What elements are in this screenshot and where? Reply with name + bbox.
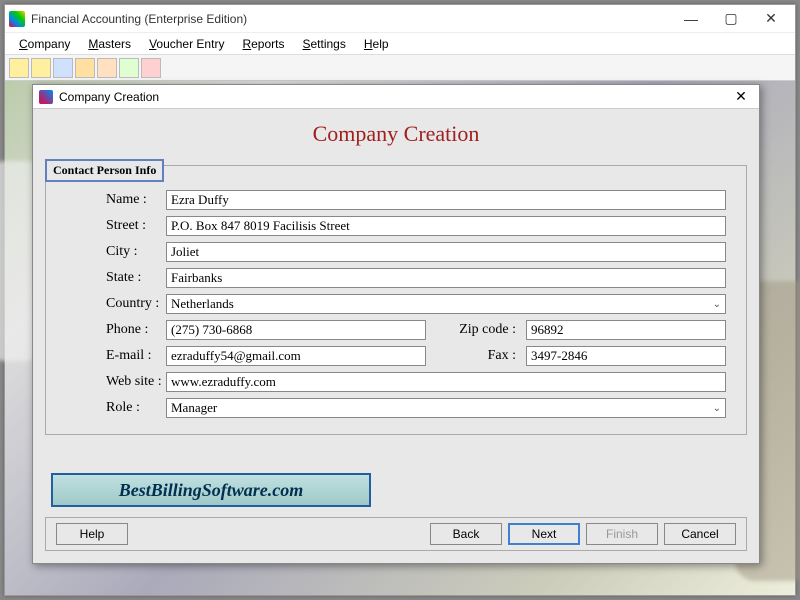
toolbar-btn-2[interactable] — [31, 58, 51, 78]
label-zip: Zip code : — [426, 322, 526, 338]
toolbar-btn-7[interactable] — [141, 58, 161, 78]
label-role: Role : — [66, 400, 166, 416]
label-street: Street : — [66, 218, 166, 234]
menu-settings[interactable]: Settings — [294, 35, 353, 53]
form-panel: Name : Street : City : State : Country :… — [45, 165, 747, 435]
label-phone: Phone : — [66, 322, 166, 338]
app-icon — [9, 11, 25, 27]
dialog-title: Company Creation — [59, 90, 729, 104]
window-controls: — ▢ ✕ — [671, 7, 791, 31]
label-name: Name : — [66, 192, 166, 208]
input-phone[interactable] — [166, 320, 426, 340]
toolbar-btn-5[interactable] — [97, 58, 117, 78]
section-label: Contact Person Info — [45, 159, 164, 182]
finish-button[interactable]: Finish — [586, 523, 658, 545]
input-city[interactable] — [166, 242, 726, 262]
input-state[interactable] — [166, 268, 726, 288]
menubar: Company Masters Voucher Entry Reports Se… — [5, 33, 795, 55]
select-role-value: Manager — [171, 400, 217, 416]
label-city: City : — [66, 244, 166, 260]
toolbar-btn-3[interactable] — [53, 58, 73, 78]
chevron-down-icon: ⌄ — [713, 403, 721, 414]
input-website[interactable] — [166, 372, 726, 392]
button-bar: Help Back Next Finish Cancel — [45, 517, 747, 551]
toolbar-btn-6[interactable] — [119, 58, 139, 78]
dialog-heading: Company Creation — [45, 121, 747, 147]
menu-masters[interactable]: Masters — [80, 35, 139, 53]
close-button[interactable]: ✕ — [751, 7, 791, 31]
label-state: State : — [66, 270, 166, 286]
chevron-down-icon: ⌄ — [713, 299, 721, 310]
toolbar-btn-4[interactable] — [75, 58, 95, 78]
select-country-value: Netherlands — [171, 296, 234, 312]
label-website: Web site : — [66, 374, 166, 390]
app-title: Financial Accounting (Enterprise Edition… — [31, 12, 671, 26]
menu-reports[interactable]: Reports — [234, 35, 292, 53]
maximize-button[interactable]: ▢ — [711, 7, 751, 31]
menu-company[interactable]: Company — [11, 35, 78, 53]
back-button[interactable]: Back — [430, 523, 502, 545]
menu-help[interactable]: Help — [356, 35, 397, 53]
cancel-button[interactable]: Cancel — [664, 523, 736, 545]
dialog-titlebar: Company Creation ✕ — [33, 85, 759, 109]
input-fax[interactable] — [526, 346, 726, 366]
dialog-close-button[interactable]: ✕ — [729, 87, 753, 107]
toolbar-btn-1[interactable] — [9, 58, 29, 78]
label-fax: Fax : — [426, 348, 526, 364]
toolbar — [5, 55, 795, 81]
next-button[interactable]: Next — [508, 523, 580, 545]
select-role[interactable]: Manager ⌄ — [166, 398, 726, 418]
dialog-body: Company Creation Contact Person Info Nam… — [33, 109, 759, 563]
label-email: E-mail : — [66, 348, 166, 364]
help-button[interactable]: Help — [56, 523, 128, 545]
select-country[interactable]: Netherlands ⌄ — [166, 294, 726, 314]
label-country: Country : — [66, 296, 166, 312]
menu-voucher-entry[interactable]: Voucher Entry — [141, 35, 232, 53]
input-street[interactable] — [166, 216, 726, 236]
company-creation-dialog: Company Creation ✕ Company Creation Cont… — [32, 84, 760, 564]
minimize-button[interactable]: — — [671, 7, 711, 31]
input-email[interactable] — [166, 346, 426, 366]
dialog-icon — [39, 90, 53, 104]
input-zip[interactable] — [526, 320, 726, 340]
watermark: BestBillingSoftware.com — [51, 473, 371, 507]
titlebar: Financial Accounting (Enterprise Edition… — [5, 5, 795, 33]
input-name[interactable] — [166, 190, 726, 210]
